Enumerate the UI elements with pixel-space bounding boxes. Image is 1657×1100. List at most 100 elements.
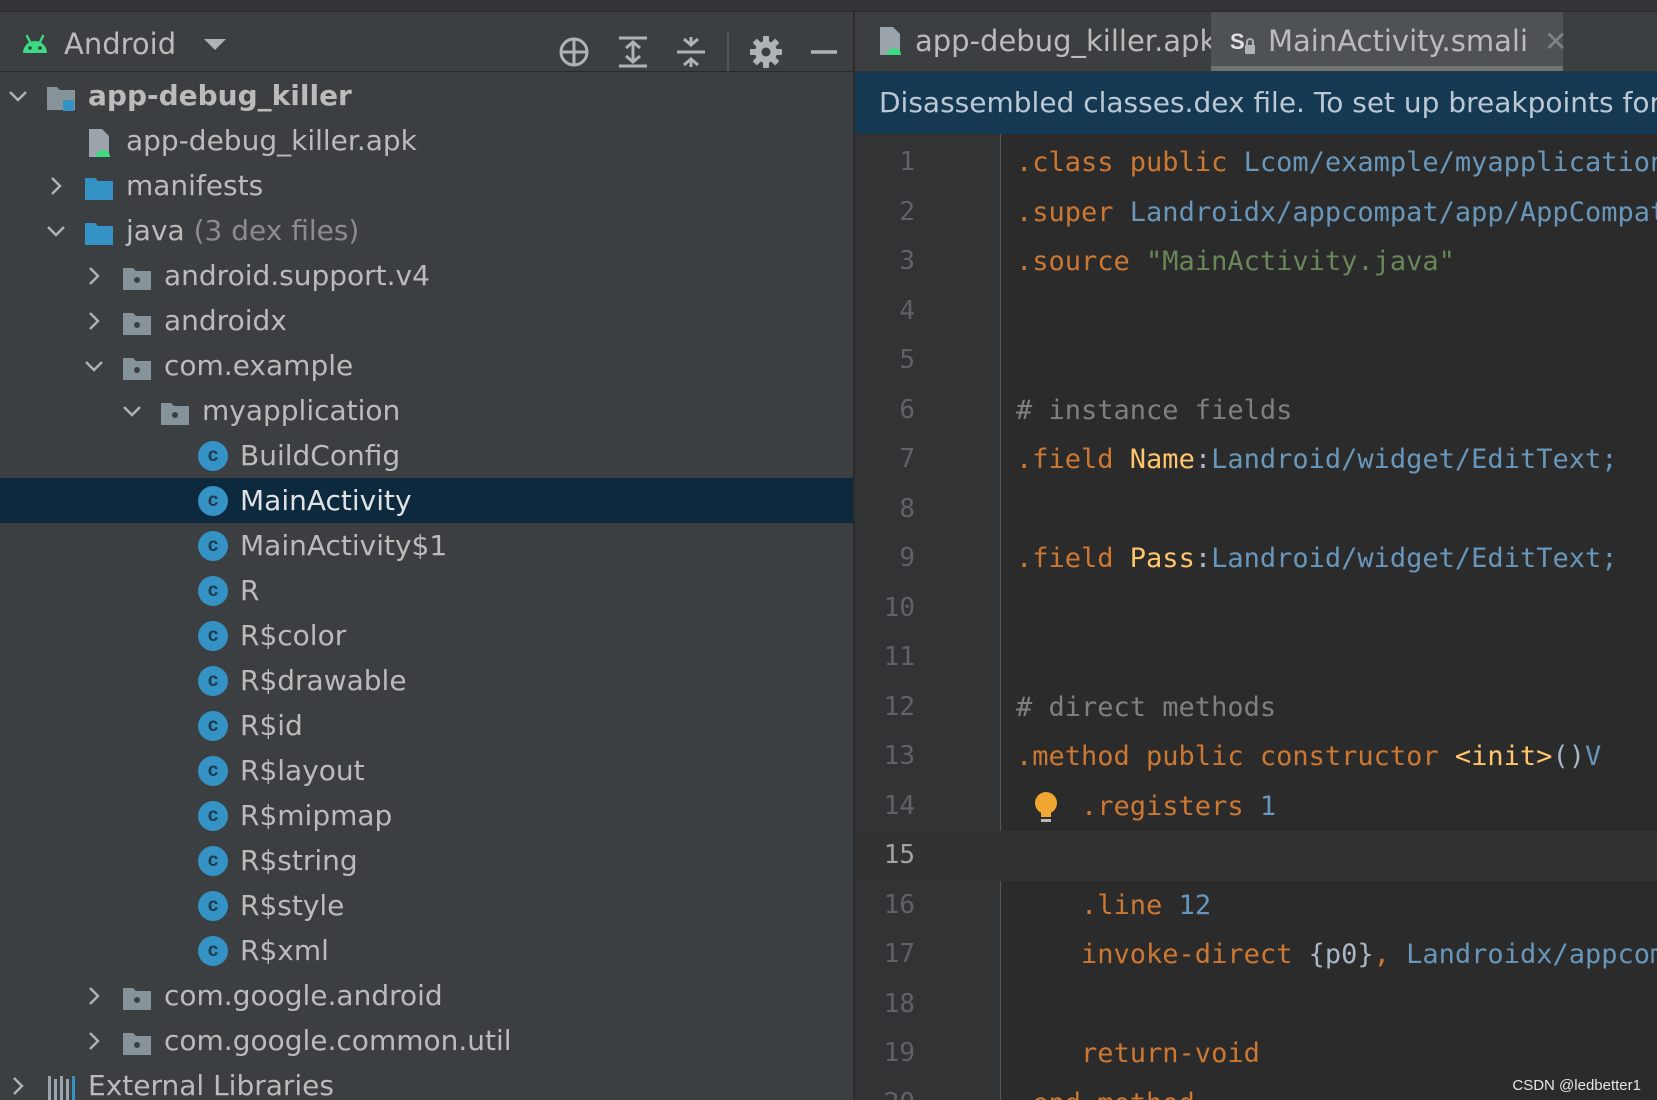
chevron-down-icon[interactable] — [118, 388, 146, 433]
chevron-down-icon[interactable] — [80, 343, 108, 388]
tree-item[interactable]: c R$color — [0, 613, 853, 658]
tree-item[interactable]: c R$layout — [0, 748, 853, 793]
tree-item[interactable]: External Libraries — [0, 1063, 853, 1100]
tree-item-text: R$id — [240, 709, 303, 742]
editor-tab[interactable]: S MainActivity.smali ✕ — [1211, 11, 1567, 71]
tree-item-label: R$layout — [240, 748, 365, 793]
tree-item-text: R$xml — [240, 934, 329, 967]
line-number[interactable]: 7 — [855, 435, 915, 485]
android-icon — [23, 34, 47, 53]
apk-file-icon — [875, 26, 905, 56]
expand-all-icon[interactable] — [615, 34, 651, 70]
tree-item-text: android.support.v4 — [164, 259, 430, 292]
class-icon: c — [198, 666, 228, 696]
chevron-right-icon[interactable] — [4, 1063, 32, 1100]
editor-tab-label: MainActivity.smali — [1268, 24, 1529, 58]
tree-item[interactable]: c MainActivity — [0, 478, 853, 523]
tree-item[interactable]: cR — [0, 568, 853, 613]
class-icon: c — [198, 936, 228, 966]
code-token: .end method — [1016, 1088, 1195, 1100]
tree-item[interactable]: android.support.v4 — [0, 253, 853, 298]
tree-item[interactable]: c BuildConfig — [0, 433, 853, 478]
tree-item-label: R — [240, 568, 259, 613]
tree-item[interactable]: app-debug_killer.apk — [0, 118, 853, 163]
tree-item[interactable]: c R$style — [0, 883, 853, 928]
class-icon: c — [198, 576, 228, 606]
line-number[interactable]: 20 — [855, 1079, 915, 1100]
line-number[interactable]: 3 — [855, 237, 915, 287]
code-token: .line — [1016, 889, 1179, 921]
tree-item[interactable]: androidx — [0, 298, 853, 343]
tree-item-label: R$id — [240, 703, 303, 748]
code-line: 16 .line 12 — [855, 881, 1657, 931]
line-number[interactable]: 4 — [855, 287, 915, 337]
line-number[interactable]: 12 — [855, 683, 915, 733]
tree-item-text: R$string — [240, 844, 358, 877]
locate-file-icon[interactable] — [556, 34, 592, 70]
code-line: 8 — [855, 485, 1657, 535]
gear-icon[interactable] — [748, 34, 784, 70]
tree-item[interactable]: app-debug_killer — [0, 73, 853, 118]
tree-item[interactable]: c MainActivity$1 — [0, 523, 853, 568]
line-number[interactable]: 19 — [855, 1029, 915, 1079]
tree-item[interactable]: com.google.android — [0, 973, 853, 1018]
tree-item[interactable]: manifests — [0, 163, 853, 208]
chevron-down-icon[interactable] — [42, 208, 70, 253]
project-view-selector[interactable]: Android — [20, 27, 227, 61]
code-token: .field — [1016, 543, 1130, 574]
class-icon: c — [198, 891, 228, 921]
tree-item[interactable]: c R$xml — [0, 928, 853, 973]
folder-icon — [84, 216, 114, 246]
chevron-right-icon[interactable] — [80, 298, 108, 343]
tree-item-label: R$drawable — [240, 658, 407, 703]
line-number[interactable]: 10 — [855, 584, 915, 634]
chevron-down-icon[interactable] — [204, 38, 227, 50]
tree-item[interactable]: c R$drawable — [0, 658, 853, 703]
collapse-all-icon[interactable] — [673, 34, 709, 70]
tree-item[interactable]: c R$string — [0, 838, 853, 883]
code-token: 1 — [1259, 790, 1277, 822]
close-icon[interactable]: ✕ — [1544, 25, 1567, 58]
chevron-right-icon[interactable] — [80, 253, 108, 298]
tree-item-label: android.support.v4 — [164, 253, 430, 298]
line-number[interactable]: 16 — [855, 881, 915, 931]
editor-area: app-debug_killer.apk✕S MainActivity.smali… — [855, 0, 1657, 1100]
line-number[interactable]: 2 — [855, 188, 915, 238]
line-number[interactable]: 11 — [855, 633, 915, 683]
line-number[interactable]: 15 — [855, 831, 915, 881]
code-token: , — [1373, 939, 1407, 970]
tree-item[interactable]: com.google.common.util — [0, 1018, 853, 1063]
line-number[interactable]: 17 — [855, 930, 915, 980]
code-token: # direct methods — [1016, 691, 1277, 723]
line-number[interactable]: 1 — [855, 138, 915, 188]
code-token: Landroid/widget/EditText; — [1211, 543, 1618, 574]
hide-panel-icon[interactable] — [806, 34, 842, 70]
code-line: 1 .class public Lcom/example/myapplicatio… — [855, 138, 1657, 188]
tree-item[interactable]: c R$mipmap — [0, 793, 853, 838]
tree-item[interactable]: java (3 dex files) — [0, 208, 853, 253]
package-icon — [122, 981, 152, 1011]
line-number[interactable]: 6 — [855, 386, 915, 436]
tree-item[interactable]: c R$id — [0, 703, 853, 748]
line-number[interactable]: 5 — [855, 336, 915, 386]
line-number[interactable]: 13 — [855, 732, 915, 782]
line-number[interactable]: 18 — [855, 980, 915, 1030]
tree-item-text: R$style — [240, 889, 345, 922]
line-number[interactable]: 9 — [855, 534, 915, 584]
code-token: {p0} — [1308, 939, 1374, 970]
editor-tab[interactable]: app-debug_killer.apk✕ — [875, 11, 1256, 71]
line-number[interactable]: 8 — [855, 485, 915, 535]
chevron-right-icon[interactable] — [42, 163, 70, 208]
line-number[interactable]: 14 — [855, 782, 915, 832]
tree-item-text: myapplication — [202, 394, 401, 427]
chevron-right-icon[interactable] — [80, 1018, 108, 1063]
tree-item-label: MainActivity — [240, 478, 412, 523]
tree-item[interactable]: com.example — [0, 343, 853, 388]
package-icon — [122, 261, 152, 291]
chevron-right-icon[interactable] — [80, 973, 108, 1018]
chevron-down-icon[interactable] — [4, 73, 32, 118]
tree-item-text: R — [240, 574, 260, 607]
tree-item[interactable]: myapplication — [0, 388, 853, 433]
svg-text:S: S — [1230, 29, 1245, 54]
code-editor[interactable]: 1 .class public Lcom/example/myapplicatio… — [855, 138, 1657, 1100]
